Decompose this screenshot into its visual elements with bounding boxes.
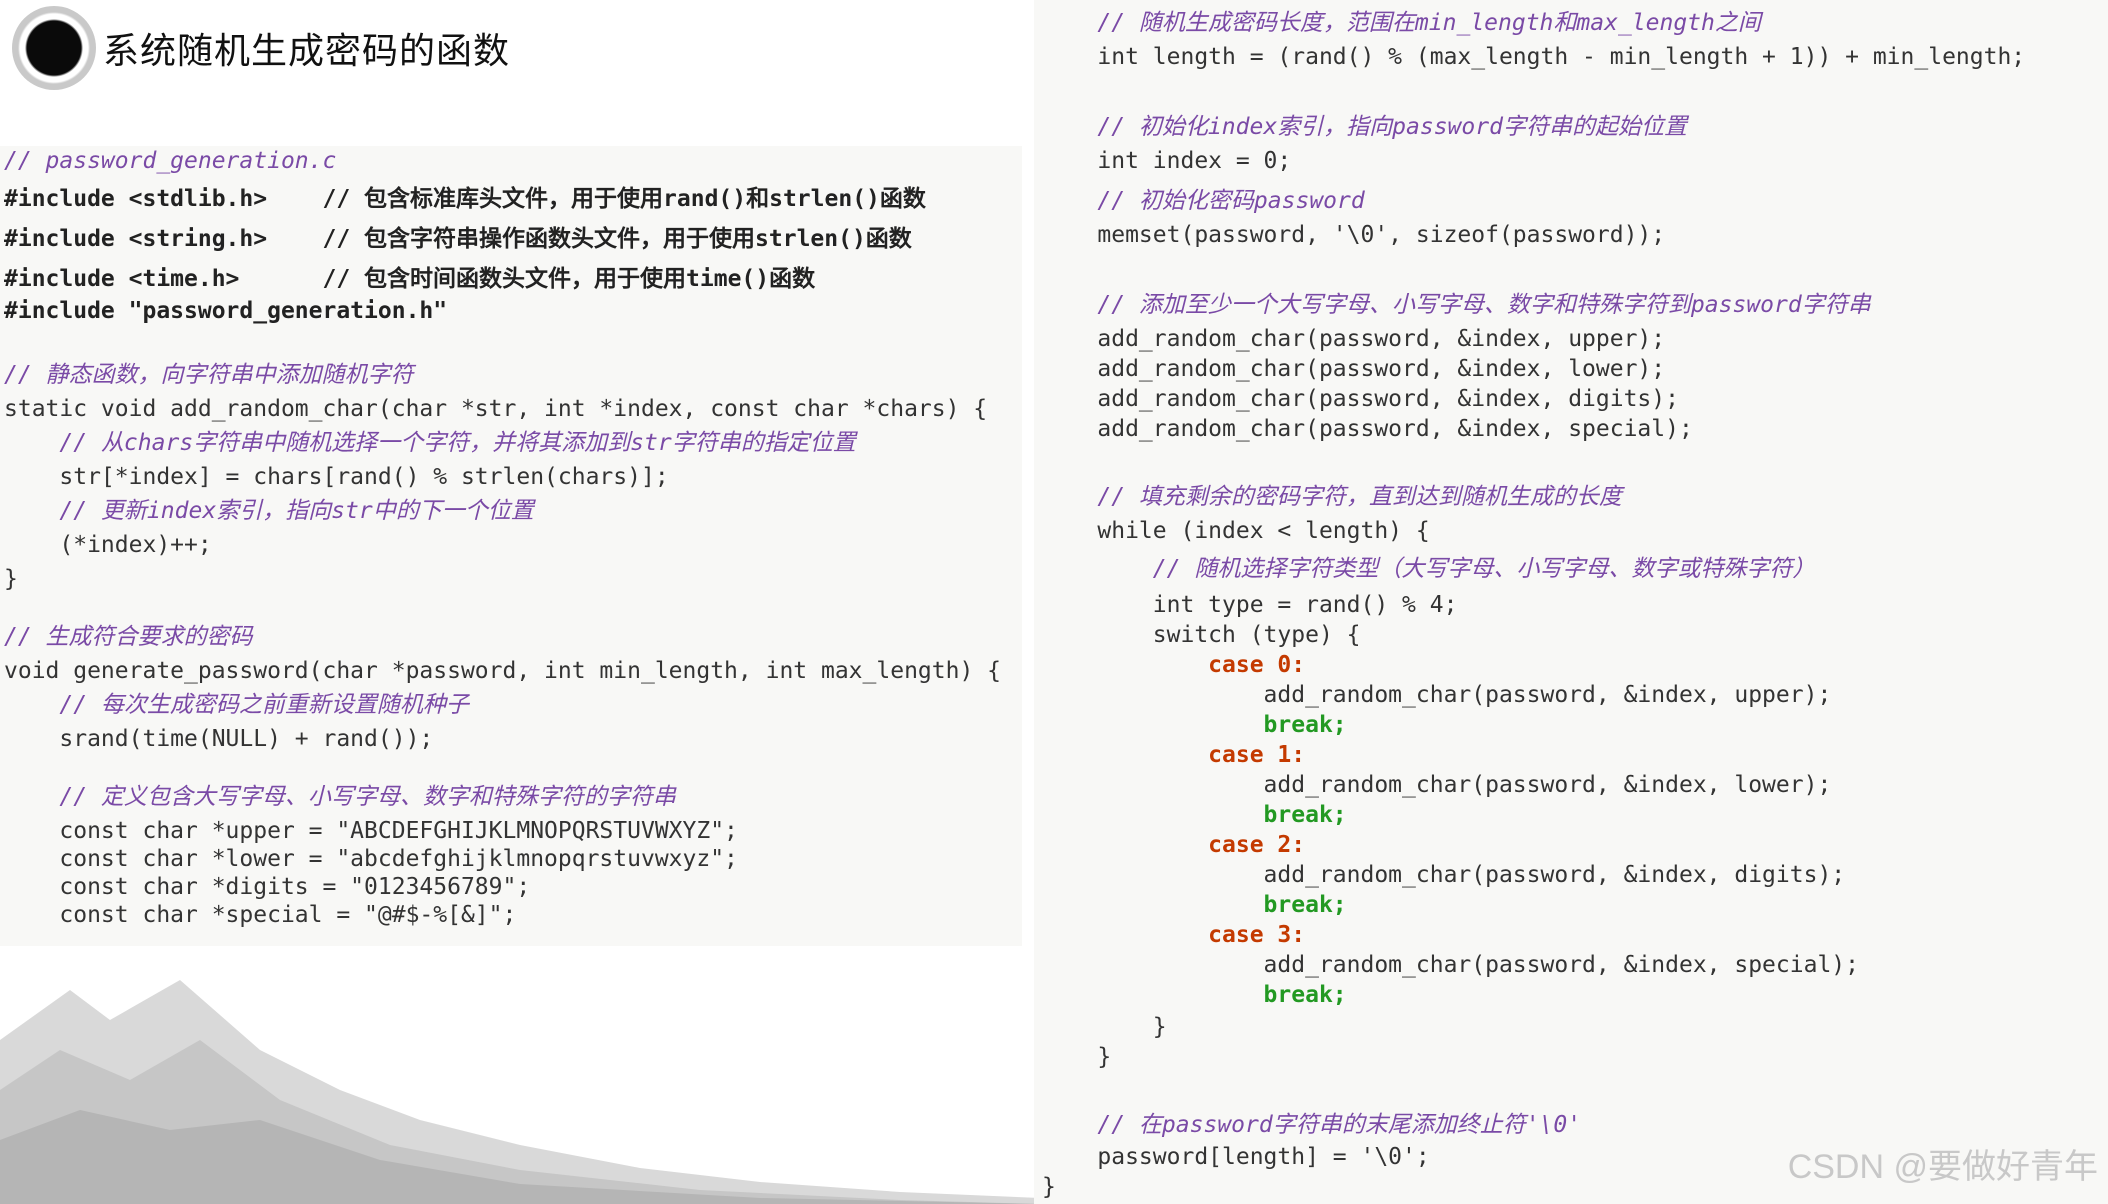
code-line: case 1: [1042,742,1306,768]
code-line: // password_generation.c [4,148,337,174]
code-line: // 在password字符串的末尾添加终止符'\0' [1042,1112,1582,1138]
code-line: #include <time.h> // 包含时间函数头文件，用于使用time(… [4,266,816,292]
code-line: static void add_random_char(char *str, i… [4,396,988,422]
code-line: #include <stdlib.h> // 包含标准库头文件，用于使用rand… [4,186,926,212]
code-line: (*index)++; [4,532,212,558]
code-line: while (index < length) { [1042,518,1430,544]
code-line: } [1042,1044,1112,1070]
code-line: // 从chars字符串中随机选择一个字符，并将其添加到str字符串的指定位置 [4,430,856,456]
code-line: break; [1042,892,1347,918]
code-line: add_random_char(password, &index, specia… [1042,952,1859,978]
code-line: // 每次生成密码之前重新设置随机种子 [4,692,469,718]
code-panel-right: // 随机生成密码长度，范围在min_length和max_length之间 i… [1034,0,2108,1204]
code-line: int length = (rand() % (max_length - min… [1042,44,2026,70]
code-line: case 0: [1042,652,1306,678]
code-line: add_random_char(password, &index, specia… [1042,416,1693,442]
code-line: break; [1042,982,1347,1008]
code-line: // 定义包含大写字母、小写字母、数字和特殊字符的字符串 [4,784,676,810]
csdn-watermark: CSDN @要做好青年 [1787,1148,2098,1186]
code-line: const char *special = "@#$-%[&]"; [4,902,517,928]
code-line: } [1042,1014,1167,1040]
code-line: break; [1042,802,1347,828]
code-line: break; [1042,712,1347,738]
code-line: srand(time(NULL) + rand()); [4,726,434,752]
code-line: #include <string.h> // 包含字符串操作函数头文件，用于使用… [4,226,912,252]
code-line: // 随机生成密码长度，范围在min_length和max_length之间 [1042,10,1761,36]
title-area: 系统随机生成密码的函数 [0,0,1040,110]
code-line: // 添加至少一个大写字母、小写字母、数字和特殊字符到password字符串 [1042,292,1871,318]
code-line: add_random_char(password, &index, lower)… [1042,356,1666,382]
code-line: #include "password_generation.h" [4,298,448,324]
code-line: int index = 0; [1042,148,1292,174]
code-line: } [1042,1174,1056,1200]
code-line: // 初始化密码password [1042,188,1365,214]
code-line: const char *lower = "abcdefghijklmnopqrs… [4,846,738,872]
code-line: // 静态函数，向字符串中添加随机字符 [4,362,414,388]
code-line: add_random_char(password, &index, lower)… [1042,772,1832,798]
code-line: switch (type) { [1042,622,1361,648]
code-line: add_random_char(password, &index, digits… [1042,386,1679,412]
code-line: // 随机选择字符类型（大写字母、小写字母、数字或特殊字符） [1042,556,1816,582]
code-line: // 生成符合要求的密码 [4,624,253,650]
code-line: const char *upper = "ABCDEFGHIJKLMNOPQRS… [4,818,738,844]
code-line: password[length] = '\0'; [1042,1144,1430,1170]
code-line: } [4,566,18,592]
code-line: // 填充剩余的密码字符，直到达到随机生成的长度 [1042,484,1622,510]
code-line: add_random_char(password, &index, digits… [1042,862,1846,888]
code-line: memset(password, '\0', sizeof(password))… [1042,222,1666,248]
code-line: int type = rand() % 4; [1042,592,1458,618]
code-line: // 初始化index索引，指向password字符串的起始位置 [1042,114,1687,140]
code-line: str[*index] = chars[rand() % strlen(char… [4,464,669,490]
code-line: // 更新index索引，指向str中的下一个位置 [4,498,534,524]
code-line: const char *digits = "0123456789"; [4,874,531,900]
mountain-decoration [0,980,1040,1204]
code-line: add_random_char(password, &index, upper)… [1042,682,1832,708]
code-line: case 2: [1042,832,1306,858]
code-line: void generate_password(char *password, i… [4,658,1001,684]
code-line: add_random_char(password, &index, upper)… [1042,326,1666,352]
page-title: 系统随机生成密码的函数 [103,31,511,72]
code-panel-left: // password_generation.c #include <stdli… [0,146,1022,946]
logo-circle-icon [12,6,96,90]
code-line: case 3: [1042,922,1306,948]
